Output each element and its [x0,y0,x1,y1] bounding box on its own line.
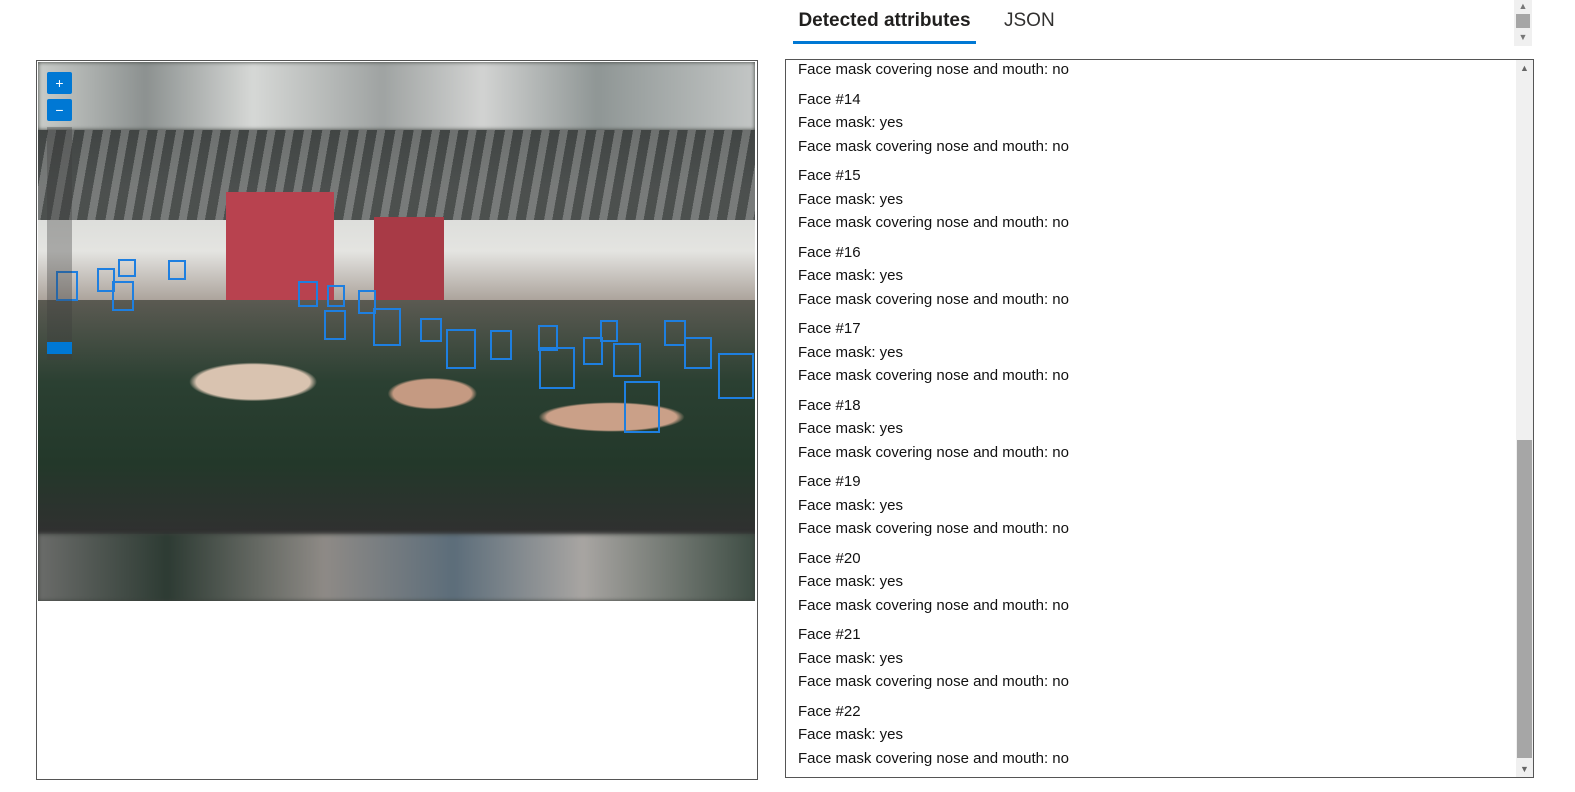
face-entry: Face #22 Face mask: yes Face mask coveri… [798,700,1508,771]
face-bounding-box[interactable] [446,329,476,369]
face-mask-covering-value: Face mask covering nose and mouth: no [798,290,1069,308]
face-mask-covering-value: Face mask covering nose and mouth: no [798,443,1069,461]
face-mask-covering-value: Face mask covering nose and mouth: no [798,520,1069,537]
face-entry: Face #21 Face mask: yes Face mask coveri… [798,623,1508,694]
face-entry: Face #15 Face mask: yes Face mask coveri… [798,164,1508,235]
face-bounding-box[interactable] [684,337,712,369]
attribute-line: Face mask covering nose and mouth: no [798,61,1069,78]
face-mask-covering-value: Face mask covering nose and mouth: no [798,749,1069,767]
face-title: Face #14 [798,90,861,108]
face-entry: Face #16 Face mask: yes Face mask coveri… [798,241,1508,312]
face-bounding-box[interactable] [539,347,575,389]
face-title: Face #22 [798,702,861,720]
zoom-slider-track[interactable] [47,127,72,360]
scroll-down-arrow-icon[interactable]: ▼ [1514,31,1532,44]
face-mask-value: Face mask: yes [798,190,904,208]
zoom-slider-thumb[interactable] [47,342,72,354]
scroll-down-arrow-icon[interactable]: ▼ [1516,761,1533,777]
face-bounding-box[interactable] [718,353,754,399]
face-bounding-box[interactable] [112,281,134,311]
face-title: Face #17 [798,320,861,337]
face-bounding-box[interactable] [664,320,686,346]
scroll-up-arrow-icon[interactable]: ▲ [1516,60,1533,76]
face-title: Face #18 [798,396,861,414]
face-bounding-box[interactable] [420,318,442,342]
face-bounding-box[interactable] [327,285,345,307]
face-title: Face #19 [798,473,861,490]
face-entry: Face #18 Face mask: yes Face mask coveri… [798,394,1508,465]
tab-detected-attributes[interactable]: Detected attributes [793,8,976,44]
face-mask-value: Face mask: yes [798,343,904,361]
scrollbar-thumb[interactable] [1516,14,1530,28]
face-title: Face #21 [798,626,861,643]
face-bounding-box[interactable] [373,308,401,346]
face-bounding-box[interactable] [168,260,186,280]
face-bounding-box[interactable] [324,310,346,340]
tab-json[interactable]: JSON [1004,8,1055,44]
zoom-out-button[interactable]: − [47,99,72,121]
face-mask-covering-value: Face mask covering nose and mouth: no [798,596,1069,614]
face-bounding-box[interactable] [600,320,618,342]
face-mask-covering-value: Face mask covering nose and mouth: no [798,137,1069,155]
face-mask-value: Face mask: yes [798,726,904,743]
face-bounding-box[interactable] [613,343,641,377]
face-entry: Face #17 Face mask: yes Face mask coveri… [798,317,1508,388]
face-entry: Face #14 Face mask: yes Face mask coveri… [798,88,1508,159]
face-entry: Face #19 Face mask: yes Face mask coveri… [798,470,1508,541]
face-mask-value: Face mask: yes [798,114,904,131]
face-bounding-box[interactable] [298,281,318,307]
face-mask-value: Face mask: yes [798,496,904,514]
detected-attributes-panel[interactable]: Face mask covering nose and mouth: no Fa… [785,59,1534,778]
attributes-scrollbar[interactable]: ▲ ▼ [1516,60,1533,777]
face-bounding-box[interactable] [624,381,660,433]
image-viewer[interactable] [36,60,758,780]
face-mask-value: Face mask: yes [798,649,904,667]
page-scrollbar[interactable]: ▲ ▼ [1514,0,1532,46]
face-bounding-box[interactable] [490,330,512,360]
face-mask-value: Face mask: yes [798,573,904,590]
scroll-up-arrow-icon[interactable]: ▲ [1514,0,1532,13]
zoom-in-button[interactable]: + [47,72,72,94]
face-entry: Face #20 Face mask: yes Face mask coveri… [798,547,1508,618]
face-mask-covering-value: Face mask covering nose and mouth: no [798,214,1069,231]
face-bounding-box[interactable] [118,259,136,277]
face-title: Face #20 [798,549,861,567]
face-mask-covering-value: Face mask covering nose and mouth: no [798,367,1069,384]
face-mask-value: Face mask: yes [798,420,904,437]
face-mask-covering-value: Face mask covering nose and mouth: no [798,673,1069,690]
face-title: Face #16 [798,243,861,261]
analyzed-photo [38,62,755,601]
scrollbar-thumb[interactable] [1517,440,1532,758]
attributes-list: Face mask covering nose and mouth: no Fa… [798,60,1508,770]
face-mask-value: Face mask: yes [798,267,904,284]
face-title: Face #15 [798,167,861,184]
